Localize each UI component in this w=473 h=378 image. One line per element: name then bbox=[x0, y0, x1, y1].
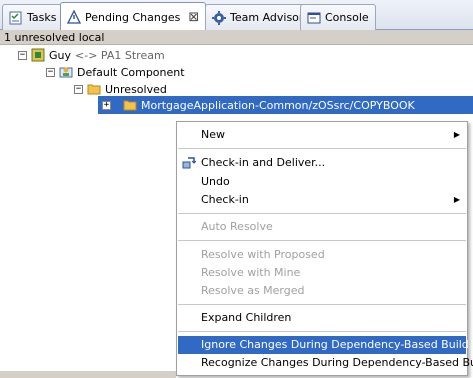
menu-item-resolve-mine[interactable]: Resolve with Mine bbox=[178, 264, 466, 282]
menu-item-label: Resolve with Mine bbox=[201, 266, 301, 279]
repository-workspace-icon bbox=[31, 48, 45, 62]
workspace-stream: <-> PA1 Stream bbox=[75, 48, 165, 62]
menu-item-new[interactable]: New ▶ bbox=[178, 126, 466, 144]
menu-item-label: Check-in bbox=[201, 193, 249, 206]
context-menu: New ▶ Check-in and Deliver... Undo Check… bbox=[176, 121, 473, 376]
folder-icon bbox=[123, 98, 137, 112]
submenu-arrow-icon: ▶ bbox=[453, 130, 460, 139]
checkin-deliver-icon bbox=[182, 156, 197, 170]
menu-item-ignore-changes[interactable]: Ignore Changes During Dependency-Based B… bbox=[178, 336, 469, 354]
menu-item-label: Auto Resolve bbox=[201, 220, 273, 233]
menu-item-recognize-changes[interactable]: Recognize Changes During Dependency-Base… bbox=[178, 354, 473, 372]
tree-node-workspace[interactable]: − Guy <-> PA1 Stream bbox=[18, 46, 165, 64]
collapse-icon[interactable]: − bbox=[74, 84, 83, 94]
tab-console[interactable]: Console bbox=[300, 4, 376, 30]
menu-item-resolve-proposed[interactable]: Resolve with Proposed bbox=[178, 246, 466, 264]
menu-separator bbox=[178, 331, 466, 332]
menu-item-label: Expand Children bbox=[201, 311, 292, 324]
tab-label: Console bbox=[325, 11, 369, 24]
tab-label: Tasks bbox=[27, 11, 57, 24]
tab-pending-changes[interactable]: Pending Changes ⊠ bbox=[60, 2, 207, 31]
pending-changes-icon bbox=[66, 9, 82, 24]
close-icon[interactable]: ⊠ bbox=[188, 11, 199, 24]
folder-name: Unresolved bbox=[105, 82, 167, 96]
menu-item-label: Check-in and Deliver... bbox=[201, 156, 326, 169]
component-name: Default Component bbox=[77, 65, 185, 79]
status-line: 1 unresolved local bbox=[0, 30, 473, 45]
menu-item-checkin-deliver[interactable]: Check-in and Deliver... bbox=[178, 154, 466, 172]
menu-item-checkin[interactable]: Check-in ▶ bbox=[178, 191, 466, 209]
menu-item-auto-resolve[interactable]: Auto Resolve bbox=[178, 218, 466, 236]
menu-item-label: New bbox=[201, 128, 225, 141]
menu-item-resolve-merged[interactable]: Resolve as Merged bbox=[178, 282, 466, 300]
gear-icon bbox=[212, 10, 226, 25]
menu-item-label: Undo bbox=[201, 175, 230, 188]
menu-item-label: Ignore Changes During Dependency-Based B… bbox=[201, 338, 469, 351]
menu-separator bbox=[178, 240, 466, 241]
menu-item-label: Recognize Changes During Dependency-Base… bbox=[201, 356, 473, 369]
menu-separator bbox=[178, 304, 466, 305]
menu-separator bbox=[178, 213, 466, 214]
menu-item-undo[interactable]: Undo bbox=[178, 173, 466, 191]
collapse-icon[interactable]: − bbox=[18, 50, 27, 60]
menu-item-label: Resolve with Proposed bbox=[201, 248, 325, 261]
selected-item-path: MortgageApplication-Common/zOSsrc/COPYBO… bbox=[141, 98, 415, 112]
menu-item-label: Resolve as Merged bbox=[201, 284, 305, 297]
folder-icon bbox=[87, 82, 101, 96]
tree-node-copybook[interactable]: + MortgageApplication-Common/zOSsrc/COPY… bbox=[102, 96, 415, 114]
tab-label: Pending Changes bbox=[85, 10, 181, 24]
expand-icon[interactable]: + bbox=[102, 100, 111, 110]
tab-label: Team Advisor bbox=[230, 11, 304, 24]
workspace-name: Guy bbox=[49, 48, 72, 62]
menu-separator bbox=[178, 148, 466, 149]
collapse-icon[interactable]: − bbox=[46, 67, 55, 77]
tree-node-component[interactable]: − Default Component bbox=[46, 63, 185, 81]
bottom-strip bbox=[0, 371, 176, 378]
tasks-icon bbox=[9, 11, 23, 25]
tab-team-advisor[interactable]: Team Advisor bbox=[205, 4, 311, 30]
console-icon bbox=[307, 11, 321, 25]
tab-tasks[interactable]: Tasks bbox=[2, 4, 64, 30]
view-tab-bar: Tasks Pending Changes ⊠ Team Advisor Con… bbox=[0, 0, 473, 31]
submenu-arrow-icon: ▶ bbox=[453, 195, 460, 204]
menu-item-expand-children[interactable]: Expand Children bbox=[178, 309, 466, 327]
component-icon bbox=[59, 65, 73, 79]
